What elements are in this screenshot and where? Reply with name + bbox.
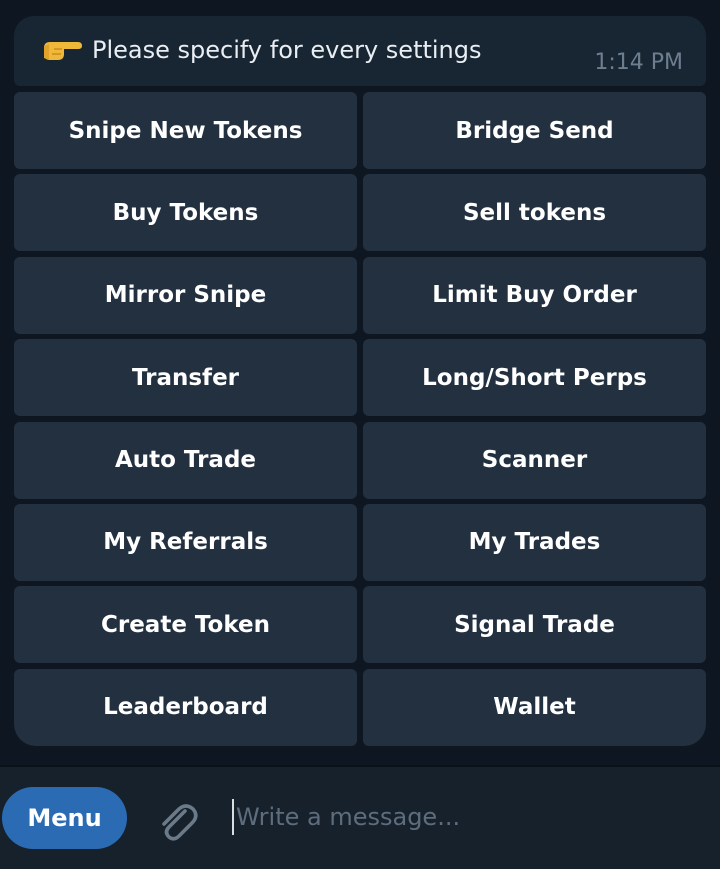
scanner-button[interactable]: Scanner [363, 421, 706, 499]
message-input[interactable] [236, 797, 696, 837]
paperclip-icon[interactable] [152, 797, 200, 845]
buy-tokens-button[interactable]: Buy Tokens [14, 174, 357, 252]
text-caret [232, 799, 234, 835]
pointing-right-hand-icon [44, 42, 82, 60]
snipe-new-tokens-button[interactable]: Snipe New Tokens [14, 92, 357, 169]
my-referrals-button[interactable]: My Referrals [14, 503, 357, 581]
sell-tokens-button[interactable]: Sell tokens [363, 174, 706, 252]
transfer-button[interactable]: Transfer [14, 339, 357, 417]
create-token-button[interactable]: Create Token [14, 586, 357, 664]
wallet-button[interactable]: Wallet [363, 668, 706, 746]
menu-button[interactable]: Menu [2, 787, 127, 849]
message-timestamp: 1:14 PM [594, 50, 683, 75]
long-short-perps-button[interactable]: Long/Short Perps [363, 339, 706, 417]
my-trades-button[interactable]: My Trades [363, 503, 706, 581]
auto-trade-button[interactable]: Auto Trade [14, 421, 357, 499]
chat-area: Please specify for every settings 1:14 P… [0, 0, 720, 765]
inline-keyboard: Snipe New Tokens Bridge Send Buy Tokens Sel… [14, 92, 707, 746]
signal-trade-button[interactable]: Signal Trade [363, 586, 706, 664]
limit-buy-order-button[interactable]: Limit Buy Order [363, 256, 706, 334]
message-composer: Menu [0, 765, 720, 869]
leaderboard-button[interactable]: Leaderboard [14, 668, 357, 746]
bridge-send-button[interactable]: Bridge Send [363, 92, 706, 169]
message-text: Please specify for every settings [92, 36, 482, 64]
mirror-snipe-button[interactable]: Mirror Snipe [14, 256, 357, 334]
